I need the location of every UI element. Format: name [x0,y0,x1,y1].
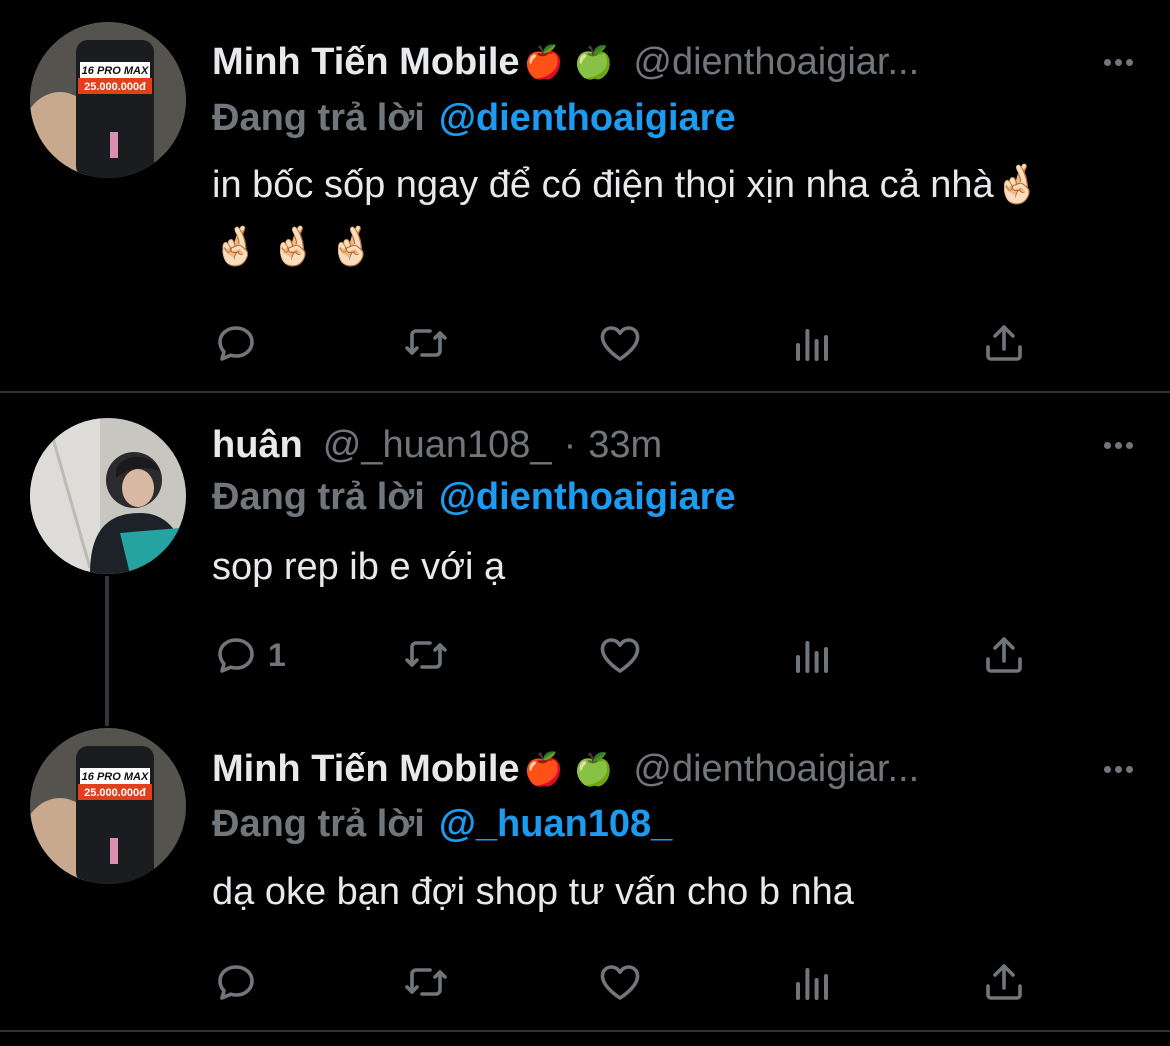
tweet-actions [212,952,1062,1012]
reply-icon [218,638,254,673]
author-name[interactable]: Minh Tiến Mobile [212,748,520,791]
heart-icon [600,326,640,361]
share-icon [986,964,1022,1000]
tweet[interactable]: 16 PRO MAX 25.000.000đ Minh Tiến Mobile … [0,703,1170,1029]
avatar-label-model: 16 PRO MAX [82,771,149,783]
reply-count: 1 [268,636,286,673]
tweet-actions [212,313,1062,373]
replying-to-label: Đang trả lời [212,475,425,518]
reply-button[interactable]: 1 [212,625,286,685]
author-handle[interactable]: @_huan108_ [323,424,552,467]
reply-button[interactable] [212,952,260,1012]
avatar-label-price: 25.000.000đ [84,81,146,93]
share-button[interactable] [980,952,1028,1012]
retweet-icon [405,968,447,996]
share-icon [986,637,1022,673]
views-icon [796,968,828,1000]
retweet-icon [405,641,447,669]
reply-icon [218,965,254,1000]
separator-dot: · [563,423,577,466]
share-button[interactable] [980,625,1028,685]
retweet-button[interactable] [402,625,450,685]
tweet-actions: 1 [212,625,1062,685]
avatar-label-model: 16 PRO MAX [82,65,149,77]
avatar-label-price: 25.000.000đ [84,787,146,799]
verified-emoji: 🍎 🍏 [523,750,614,788]
replying-to-label: Đang trả lời [212,96,425,139]
heart-icon [600,965,640,1000]
author-name[interactable]: Minh Tiến Mobile [212,41,520,84]
author-handle[interactable]: @dienthoaigiar... [633,748,919,791]
reply-button[interactable] [212,313,260,373]
divider [0,1030,1170,1032]
retweet-icon [405,329,447,357]
author-handle[interactable]: @dienthoaigiar... [633,41,919,84]
author-name[interactable]: huân [212,424,303,467]
replying-to: Đang trả lời @_huan108_ [212,796,672,852]
replying-to-handle[interactable]: @dienthoaigiare [439,476,736,519]
views-icon [796,329,828,361]
timestamp[interactable]: 33m [588,424,662,467]
tweet[interactable]: 16 PRO MAX 25.000.000đ Minh Tiến Mobile … [0,0,1170,390]
share-icon [986,325,1022,361]
avatar[interactable]: 16 PRO MAX 25.000.000đ [30,22,186,178]
replying-to-handle[interactable]: @_huan108_ [439,803,673,846]
tweet-text: sop rep ib e với ạ [212,546,506,588]
verified-emoji: 🍎 🍏 [523,43,614,81]
retweet-button[interactable] [402,952,450,1012]
like-button[interactable] [596,313,644,373]
heart-icon [600,638,640,673]
retweet-button[interactable] [402,313,450,373]
views-icon [796,641,828,673]
replying-to: Đang trả lời @dienthoaigiare [212,90,736,146]
share-button[interactable] [980,313,1028,373]
views-button[interactable] [788,952,836,1012]
more-icon[interactable] [1096,415,1140,475]
replying-to: Đang trả lời @dienthoaigiare [212,469,736,525]
views-button[interactable] [788,625,836,685]
like-button[interactable] [596,625,644,685]
tweet-text: dạ oke bạn đợi shop tư vấn cho b nha [212,871,854,913]
reply-icon [218,326,254,361]
more-icon[interactable] [1096,739,1140,799]
tweet-text: in bốc sốp ngay để có điện thọi xịn nha … [212,164,1041,268]
avatar[interactable]: 16 PRO MAX 25.000.000đ [30,728,186,884]
views-button[interactable] [788,313,836,373]
more-icon[interactable] [1096,32,1140,92]
replying-to-label: Đang trả lời [212,802,425,845]
like-button[interactable] [596,952,644,1012]
tweet[interactable]: huân @_huan108_ · 33m Đang trả lời @dien… [0,393,1170,703]
replying-to-handle[interactable]: @dienthoaigiare [439,97,736,140]
avatar[interactable] [30,418,186,574]
